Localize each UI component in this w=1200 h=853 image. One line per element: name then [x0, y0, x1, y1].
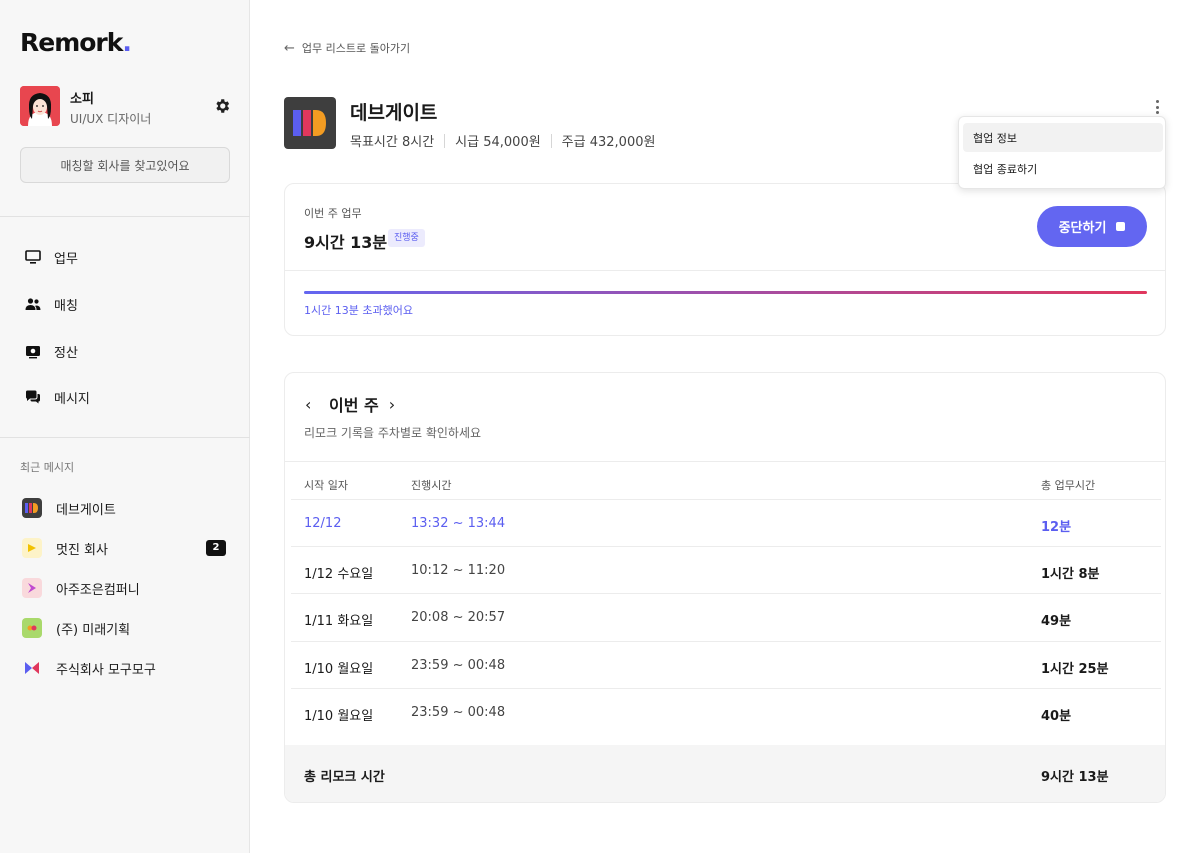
- row-date: 1/10 월요일: [304, 662, 374, 677]
- sidebar-item-work[interactable]: 업무: [24, 246, 78, 268]
- divider: [0, 216, 250, 217]
- arrow-left-icon: ←: [284, 40, 295, 56]
- devgate-logo-icon: [22, 498, 42, 518]
- app-logo[interactable]: Remork.: [20, 28, 132, 57]
- week-navigator: ‹ 이번 주 ›: [305, 392, 403, 416]
- row-total: 49분: [1041, 614, 1072, 629]
- sidebar-item-label: 업무: [54, 251, 78, 267]
- recent-item-label: (주) 미래기획: [56, 622, 131, 638]
- total-value: 9시간 13분: [1041, 770, 1109, 785]
- row-date: 1/11 화요일: [304, 614, 374, 629]
- row-date: 12/12: [304, 516, 342, 531]
- recent-item-label: 주식회사 모구모구: [56, 662, 156, 678]
- recent-item-mirae[interactable]: (주) 미래기획: [22, 616, 228, 640]
- sidebar-item-settlement[interactable]: 정산: [24, 340, 78, 362]
- menu-item-end-collab[interactable]: 협업 종료하기: [963, 154, 1163, 183]
- sidebar-item-label: 정산: [54, 345, 78, 361]
- row-date: 1/10 월요일: [304, 709, 374, 724]
- row-date: 1/12 수요일: [304, 567, 374, 582]
- mirae-logo-icon: [22, 618, 42, 638]
- users-icon: [24, 295, 42, 313]
- week-subtitle: 리모크 기록을 주차별로 확인하세요: [304, 426, 482, 440]
- sidebar: Remork. 소피 UI/UX 디자이너 매칭할 회사를 찾고있어요 업무 매…: [0, 0, 250, 853]
- profile-name: 소피: [70, 92, 94, 107]
- records-card: ‹ 이번 주 › 리모크 기록을 주차별로 확인하세요 시작 일자 진행시간 총…: [284, 372, 1166, 803]
- sidebar-item-matching[interactable]: 매칭: [24, 293, 78, 315]
- recent-item-cool-company[interactable]: 멋진 회사 2: [22, 536, 228, 560]
- hourly-wage: 시급 54,000원: [455, 135, 541, 150]
- row-range: 13:32 ~ 13:44: [411, 516, 506, 531]
- row-range: 10:12 ~ 11:20: [411, 563, 506, 578]
- total-summary: 총 리모크 시간 9시간 13분: [285, 745, 1165, 802]
- chat-icon: [24, 388, 42, 406]
- back-link-label: 업무 리스트로 돌아가기: [301, 42, 411, 55]
- row-total: 12분: [1041, 520, 1072, 535]
- this-week-card: 이번 주 업무 9시간 13분 진행중 중단하기 1시간 13분 초과했어요: [284, 183, 1166, 336]
- table-row: 1/10 월요일 23:59 ~ 00:48 40분: [291, 688, 1161, 735]
- column-header-date: 시작 일자: [304, 479, 348, 492]
- this-week-time: 9시간 13분: [304, 233, 388, 252]
- table-row: 1/10 월요일 23:59 ~ 00:48 1시간 25분: [291, 641, 1161, 688]
- row-range: 20:08 ~ 20:57: [411, 610, 506, 625]
- gear-icon[interactable]: [213, 97, 231, 115]
- column-header-range: 진행시간: [411, 479, 452, 492]
- avatar: [20, 86, 60, 126]
- stop-icon: [1116, 222, 1126, 231]
- progress-fill: [304, 291, 1147, 294]
- divider: [285, 270, 1165, 271]
- company-name: 데브게이트: [350, 102, 438, 124]
- profile: 소피 UI/UX 디자이너: [20, 86, 230, 128]
- divider: [0, 437, 250, 438]
- divider: [444, 133, 446, 148]
- recent-messages-title: 최근 메시지: [20, 461, 75, 474]
- this-week-label: 이번 주 업무: [304, 207, 362, 220]
- row-range: 23:59 ~ 00:48: [411, 658, 506, 673]
- more-menu-icon[interactable]: [1150, 98, 1164, 116]
- wallet-icon: [24, 342, 42, 360]
- recent-item-ajujoeun[interactable]: 아주조은컴퍼니: [22, 576, 228, 600]
- table-row: 1/12 수요일 10:12 ~ 11:20 1시간 8분: [291, 546, 1161, 593]
- divider: [550, 133, 552, 148]
- recent-item-label: 아주조은컴퍼니: [56, 582, 140, 598]
- stop-button-label: 중단하기: [1058, 221, 1107, 236]
- status-badge: 진행중: [388, 229, 425, 247]
- find-company-button[interactable]: 매칭할 회사를 찾고있어요: [20, 147, 230, 183]
- ajujoeun-logo-icon: [22, 578, 42, 598]
- monitor-icon: [24, 248, 42, 266]
- profile-role: UI/UX 디자이너: [70, 112, 152, 126]
- week-title: 이번 주: [329, 396, 379, 415]
- recent-item-label: 멋진 회사: [56, 542, 108, 558]
- overtime-text: 1시간 13분 초과했어요: [304, 304, 413, 317]
- sidebar-item-label: 매칭: [54, 298, 78, 314]
- progress-bar: [304, 291, 1147, 294]
- sidebar-item-messages[interactable]: 메시지: [24, 386, 90, 408]
- recent-item-label: 데브게이트: [56, 502, 116, 518]
- more-menu-dropdown: 협업 정보 협업 종료하기: [958, 116, 1166, 189]
- mogumogu-logo-icon: [22, 658, 42, 678]
- divider: [285, 461, 1165, 462]
- row-total: 1시간 25분: [1041, 662, 1109, 677]
- recent-item-devgate[interactable]: 데브게이트: [22, 496, 228, 520]
- stop-button[interactable]: 중단하기: [1037, 206, 1147, 247]
- column-header-total: 총 업무시간: [1041, 479, 1096, 492]
- chevron-right-icon[interactable]: ›: [389, 395, 403, 414]
- weekly-wage: 주급 432,000원: [561, 135, 656, 150]
- company-meta: 목표시간 8시간 시급 54,000원 주급 432,000원: [350, 131, 655, 150]
- total-label: 총 리모크 시간: [304, 770, 385, 785]
- row-range: 23:59 ~ 00:48: [411, 705, 506, 720]
- company-logo: [284, 97, 336, 149]
- recent-item-mogumogu[interactable]: 주식회사 모구모구: [22, 656, 228, 680]
- row-total: 1시간 8분: [1041, 567, 1100, 582]
- goal-hours: 목표시간 8시간: [350, 135, 435, 150]
- chevron-left-icon[interactable]: ‹: [305, 395, 319, 414]
- table-row: 12/12 13:32 ~ 13:44 12분: [291, 499, 1161, 546]
- unread-badge: 2: [206, 540, 226, 556]
- sidebar-item-label: 메시지: [54, 391, 90, 407]
- menu-item-collab-info[interactable]: 협업 정보: [963, 123, 1163, 152]
- cool-company-logo-icon: [22, 538, 42, 558]
- table-row: 1/11 화요일 20:08 ~ 20:57 49분: [291, 593, 1161, 640]
- row-total: 40분: [1041, 709, 1072, 724]
- back-to-list-link[interactable]: ← 업무 리스트로 돌아가기: [284, 40, 410, 56]
